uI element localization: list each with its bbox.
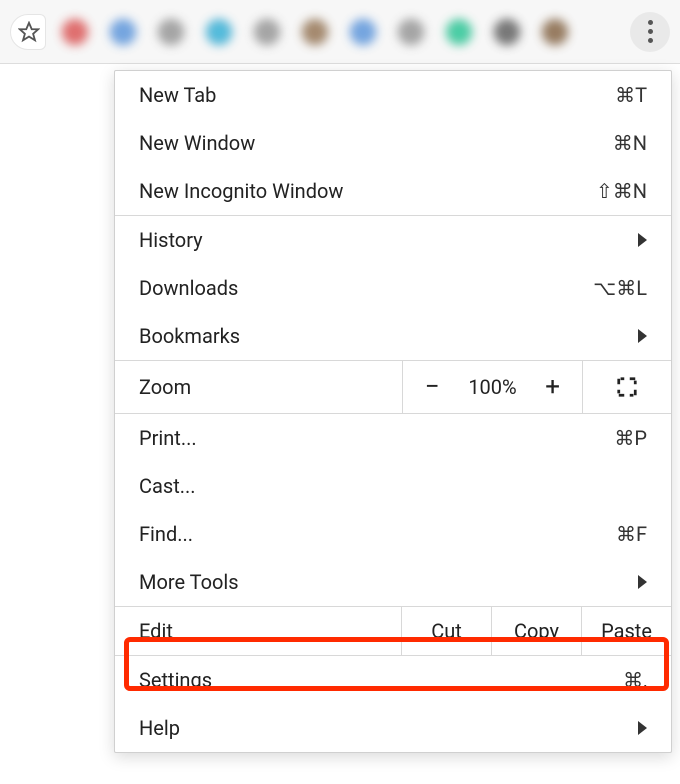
- menu-shortcut: ⌘,: [623, 668, 647, 692]
- edit-copy-button[interactable]: Copy: [491, 607, 581, 655]
- menu-item-settings[interactable]: Settings ⌘,: [115, 656, 671, 704]
- extension-icon[interactable]: [62, 19, 88, 45]
- menu-label: Cast...: [139, 474, 647, 498]
- chevron-right-icon: [638, 721, 647, 735]
- menu-item-cast[interactable]: Cast...: [115, 462, 671, 510]
- zoom-value: 100%: [468, 375, 516, 399]
- menu-shortcut: ⌘T: [615, 83, 647, 107]
- extension-icons: [62, 19, 620, 45]
- edit-paste-button[interactable]: Paste: [581, 607, 671, 655]
- extension-icon[interactable]: [494, 19, 520, 45]
- fullscreen-button[interactable]: [583, 361, 671, 413]
- browser-toolbar: [0, 0, 680, 64]
- star-icon: [18, 21, 40, 43]
- menu-label: Find...: [139, 522, 616, 546]
- menu-label: Downloads: [139, 276, 593, 300]
- extension-icon[interactable]: [206, 19, 232, 45]
- menu-shortcut: ⌥⌘L: [593, 276, 647, 300]
- extension-icon[interactable]: [158, 19, 184, 45]
- bookmark-star-button[interactable]: [10, 14, 46, 50]
- extension-icon[interactable]: [302, 19, 328, 45]
- menu-shortcut: ⌘N: [613, 131, 647, 155]
- menu-item-new-tab[interactable]: New Tab ⌘T: [115, 71, 671, 119]
- menu-label: Help: [139, 716, 632, 740]
- extension-icon[interactable]: [350, 19, 376, 45]
- menu-item-new-window[interactable]: New Window ⌘N: [115, 119, 671, 167]
- menu-label: Settings: [139, 668, 623, 692]
- menu-label: New Window: [139, 131, 613, 155]
- menu-label: New Tab: [139, 83, 615, 107]
- fullscreen-icon: [616, 376, 638, 398]
- menu-shortcut: ⌘F: [616, 522, 647, 546]
- zoom-out-button[interactable]: −: [420, 374, 444, 400]
- zoom-controls: − 100% +: [403, 361, 583, 413]
- extension-icon[interactable]: [542, 19, 568, 45]
- menu-shortcut: ⇧⌘N: [596, 179, 647, 203]
- menu-label: History: [139, 228, 632, 252]
- zoom-label: Zoom: [115, 361, 403, 413]
- menu-label: New Incognito Window: [139, 179, 596, 203]
- chrome-menu-dropdown: New Tab ⌘T New Window ⌘N New Incognito W…: [114, 70, 672, 753]
- chevron-right-icon: [638, 575, 647, 589]
- extension-icon[interactable]: [398, 19, 424, 45]
- menu-item-edit: Edit Cut Copy Paste: [115, 607, 671, 655]
- chevron-right-icon: [638, 233, 647, 247]
- menu-item-downloads[interactable]: Downloads ⌥⌘L: [115, 264, 671, 312]
- zoom-in-button[interactable]: +: [541, 374, 565, 400]
- menu-shortcut: ⌘P: [614, 426, 647, 450]
- menu-item-new-incognito[interactable]: New Incognito Window ⇧⌘N: [115, 167, 671, 215]
- menu-item-print[interactable]: Print... ⌘P: [115, 414, 671, 462]
- menu-item-zoom: Zoom − 100% +: [115, 361, 671, 413]
- menu-item-find[interactable]: Find... ⌘F: [115, 510, 671, 558]
- extension-icon[interactable]: [446, 19, 472, 45]
- menu-label: More Tools: [139, 570, 632, 594]
- chevron-right-icon: [638, 329, 647, 343]
- menu-item-history[interactable]: History: [115, 216, 671, 264]
- extension-icon[interactable]: [110, 19, 136, 45]
- menu-item-more-tools[interactable]: More Tools: [115, 558, 671, 606]
- menu-label: Bookmarks: [139, 324, 632, 348]
- chrome-menu-button[interactable]: [630, 12, 670, 52]
- extension-icon[interactable]: [254, 19, 280, 45]
- three-dots-icon: [648, 20, 653, 43]
- menu-label: Print...: [139, 426, 614, 450]
- menu-item-help[interactable]: Help: [115, 704, 671, 752]
- edit-label: Edit: [115, 607, 401, 655]
- menu-item-bookmarks[interactable]: Bookmarks: [115, 312, 671, 360]
- edit-cut-button[interactable]: Cut: [401, 607, 491, 655]
